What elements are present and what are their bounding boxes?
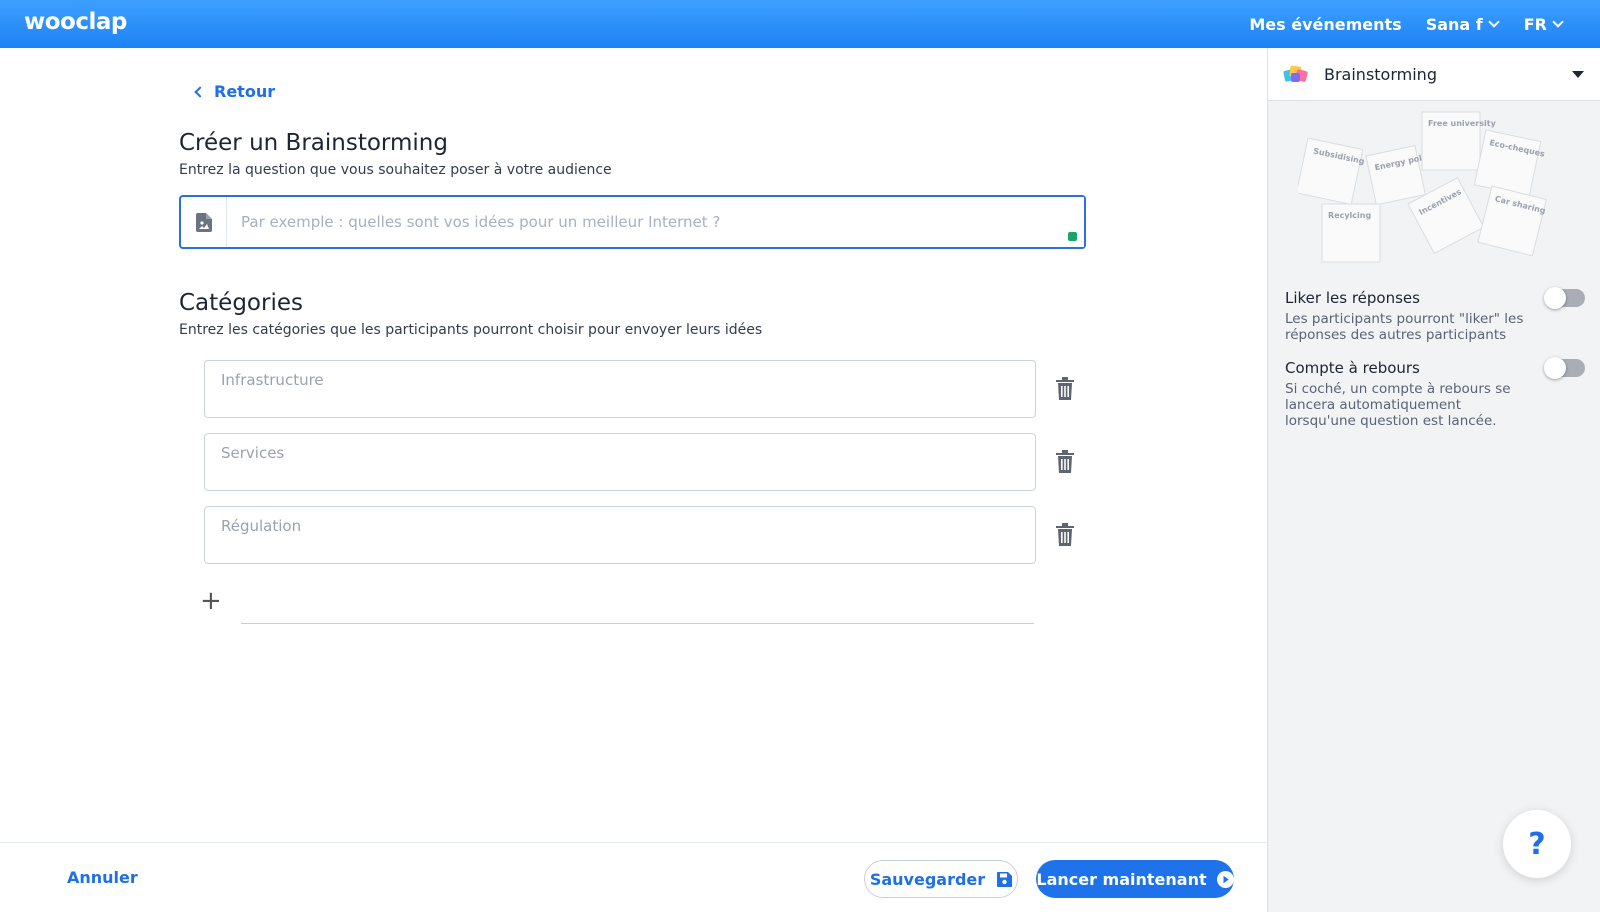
play-circle-icon [1216,870,1234,888]
top-navigation-bar: wooclap Mes événements Sana f FR [0,0,1600,48]
chevron-down-icon [1488,16,1500,28]
footer-bar: Annuler Sauvegarder Lancer maintenant [0,842,1267,912]
image-file-icon [195,212,212,232]
question-input[interactable] [227,197,1084,247]
language-label: FR [1523,14,1547,34]
brainstorming-illustration: Subsidising Energy policy Free universit… [1298,111,1547,263]
option-description: Si coché, un compte à rebours se lancera… [1285,381,1511,429]
status-indicator [1068,232,1077,241]
user-menu[interactable]: Sana f [1426,15,1500,34]
category-input[interactable] [205,507,1035,563]
chevron-down-icon [1552,16,1564,28]
save-label: Sauvegarder [869,869,986,889]
my-events-link[interactable]: Mes événements [1249,15,1401,34]
trash-icon[interactable] [1055,377,1075,401]
back-label: Retour [214,82,276,101]
caret-down-icon [1572,71,1584,78]
option-description: Les participants pourront "liker" les ré… [1285,311,1524,343]
settings-sidebar: Brainstorming Subsidising Energy policy … [1267,48,1600,912]
category-field [204,360,1036,418]
note-recycling: Recylcing [1328,211,1371,220]
question-mark-icon: ? [1528,826,1546,862]
countdown-toggle[interactable] [1544,357,1585,379]
option-countdown: Compte à rebours Si coché, un compte à r… [1285,357,1585,429]
chevron-left-icon [194,85,206,98]
header-nav: Mes événements Sana f FR [1249,0,1564,48]
question-field [179,195,1086,249]
floppy-disk-icon [997,871,1013,887]
category-input[interactable] [205,361,1035,417]
option-title: Compte à rebours [1285,359,1420,377]
categories-subtitle: Entrez les catégories que les participan… [179,322,763,338]
page-subtitle: Entrez la question que vous souhaitez po… [179,162,612,178]
my-events-label: Mes événements [1249,14,1402,34]
like-answers-toggle[interactable] [1544,287,1585,309]
launch-label: Lancer maintenant [1036,869,1207,889]
help-button[interactable]: ? [1503,810,1571,878]
question-type-label: Brainstorming [1324,65,1437,84]
back-link[interactable]: Retour [194,82,276,101]
wooclap-logo[interactable]: wooclap [24,9,127,35]
trash-icon[interactable] [1055,523,1075,547]
add-media-button[interactable] [181,197,227,247]
categories-title: Catégories [179,290,303,316]
category-field [204,433,1036,491]
language-selector[interactable]: FR [1524,15,1564,34]
question-type-selector[interactable]: Brainstorming [1268,48,1600,101]
option-like-answers: Liker les réponses Les participants pour… [1285,287,1585,343]
add-category-button[interactable]: + [200,588,222,614]
cancel-button[interactable]: Annuler [67,868,138,887]
question-editor: Retour Créer un Brainstorming Entrez la … [0,48,1267,842]
category-input[interactable] [205,434,1035,490]
option-title: Liker les réponses [1285,289,1420,307]
category-field [204,506,1036,564]
new-category-underline[interactable] [241,623,1034,624]
save-button[interactable]: Sauvegarder [864,860,1018,898]
trash-icon[interactable] [1055,450,1075,474]
user-name: Sana f [1425,14,1483,34]
launch-now-button[interactable]: Lancer maintenant [1036,860,1234,898]
page-title: Créer un Brainstorming [179,130,448,156]
plus-icon: + [200,586,222,616]
brainstorming-type-icon [1283,65,1308,82]
note-free-university: Free university [1428,119,1497,128]
